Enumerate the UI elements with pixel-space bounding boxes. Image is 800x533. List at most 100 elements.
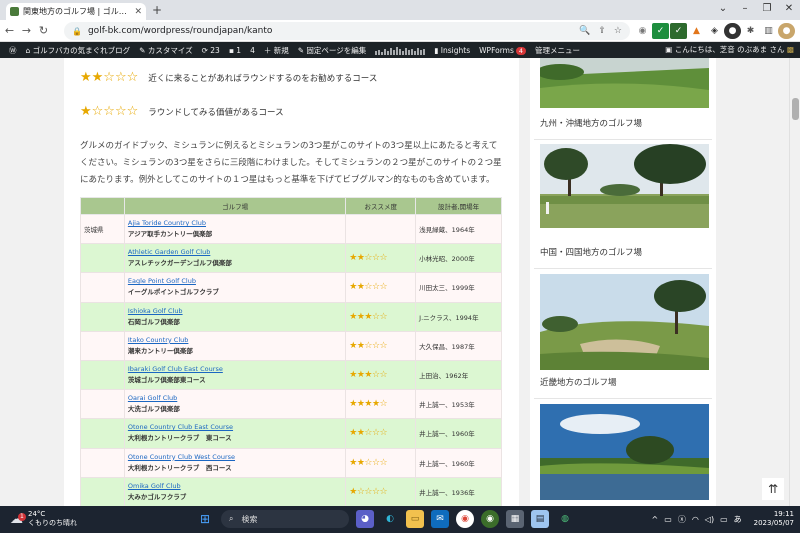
puzzle-extensions-icon[interactable]: ✱ xyxy=(742,23,759,39)
page-scrollbar[interactable] xyxy=(789,58,800,506)
browser-tab[interactable]: 関東地方のゴルフ場 | ゴルフバカの気 ✕ xyxy=(6,3,146,20)
wordpress-logo-icon[interactable]: Ⓦ xyxy=(9,45,17,56)
rating-stars: ★★☆☆☆ xyxy=(349,428,388,439)
calculator-icon[interactable]: ▦ xyxy=(506,510,524,528)
wp-comments[interactable]: ▪ 1 xyxy=(229,46,241,55)
sidebar-thumbnail-kinki[interactable] xyxy=(540,274,709,370)
chrome-icon[interactable]: ◉ xyxy=(456,510,474,528)
wp-site-name[interactable]: ⌂ ゴルフバカの気まぐれブログ xyxy=(26,45,131,56)
wp-pending-comments[interactable]: 4 xyxy=(250,46,255,55)
sidebar: 九州・沖縄地方のゴルフ場 中国・四国地方のゴルフ場 近畿地方のゴルフ場 xyxy=(530,58,716,506)
weather-condition: くもりのち晴れ xyxy=(28,519,77,527)
share-icon[interactable]: ⇪ xyxy=(598,26,606,36)
rating-legend-2: ★★☆☆☆ 近くに来ることがあればラウンドするのをお勧めするコース xyxy=(80,70,377,85)
rating-stars: ★★☆☆☆ xyxy=(80,70,139,85)
course-link[interactable]: Ishioka Golf Club xyxy=(128,306,342,317)
course-link[interactable]: Oarai Golf Club xyxy=(128,393,342,404)
omnibox[interactable]: 🔒 golf-bk.com/wordpress/roundjapan/kanto… xyxy=(64,22,630,40)
golf-landscape-image xyxy=(540,274,709,370)
sidebar-divider xyxy=(534,268,712,269)
greeting-label: こんにちは、芝音 のぶあま さん xyxy=(674,45,785,54)
sidebar-thumbnail-chugoku[interactable] xyxy=(540,144,709,228)
close-tab-icon[interactable]: ✕ xyxy=(134,7,142,17)
taskbar-search[interactable]: ⌕ 検索 xyxy=(221,510,349,528)
new-tab-button[interactable]: + xyxy=(152,3,162,17)
course-link[interactable]: Itako Country Club xyxy=(128,335,342,346)
url-text[interactable]: golf-bk.com/wordpress/roundjapan/kanto xyxy=(88,26,571,36)
chrome-profile-icon[interactable]: ◉ xyxy=(481,510,499,528)
time-text: 19:11 xyxy=(773,510,794,518)
forward-icon[interactable]: → xyxy=(19,24,34,37)
sidebar-caption-kinki[interactable]: 近畿地方のゴルフ場 xyxy=(540,376,617,388)
battery-icon[interactable]: ▭ xyxy=(720,515,728,524)
table-row: 茨城県 Ajia Toride Country Club アジア取手カントリー倶楽… xyxy=(80,213,502,245)
sidebar-caption-kyushu[interactable]: 九州・沖縄地方のゴルフ場 xyxy=(540,117,642,129)
minimize-icon[interactable]: – xyxy=(734,0,756,18)
course-link[interactable]: Athletic Garden Golf Club xyxy=(128,247,342,258)
profile-avatar[interactable]: ● xyxy=(778,23,795,39)
wp-updates[interactable]: ⟳ 23 xyxy=(202,46,220,55)
weather-widget[interactable]: ☁ 1 24°C くもりのち晴れ xyxy=(10,510,77,528)
wp-new[interactable]: ＋ 新規 xyxy=(264,45,289,56)
edge-browser-icon[interactable]: ◐ xyxy=(381,510,399,528)
sidebar-thumbnail-next[interactable] xyxy=(540,404,709,500)
ime-icon[interactable]: あ xyxy=(734,514,742,525)
table-header-row: ゴルフ場 おススメ度 設計者,開場年 xyxy=(80,197,502,215)
course-link[interactable]: Otone Country Club East Course xyxy=(128,422,342,433)
globe-app-icon[interactable]: ◍ xyxy=(556,510,574,528)
sidebar-caption-chugoku[interactable]: 中国・四国地方のゴルフ場 xyxy=(540,246,642,258)
wp-admin-bar: Ⓦ ⌂ ゴルフバカの気まぐれブログ ✎ カスタマイズ ⟳ 23 ▪ 1 4 ＋ … xyxy=(0,42,800,58)
course-cell: Oarai Golf Club 大洗ゴルフ倶楽部 xyxy=(123,389,347,420)
extension-icon-3[interactable]: ● xyxy=(724,23,741,39)
rating-stars: ★★☆☆☆ xyxy=(349,340,388,351)
maximize-icon[interactable]: ❐ xyxy=(756,0,778,18)
course-link[interactable]: Ibaraki Golf Club East Course xyxy=(128,364,342,375)
back-to-top-button[interactable]: ⇈ xyxy=(762,478,784,500)
wp-admin-menu[interactable]: 管理メニュー xyxy=(535,45,580,56)
course-link[interactable]: Eagle Point Golf Club xyxy=(128,276,342,287)
extension-icon-1[interactable]: ◉ xyxy=(634,23,651,39)
menu-icon[interactable]: ⋮ xyxy=(796,23,800,39)
teams-chat-icon[interactable]: ◕ xyxy=(356,510,374,528)
notepad-icon[interactable]: ▤ xyxy=(531,510,549,528)
course-link[interactable]: Ajia Toride Country Club xyxy=(128,218,342,229)
scrollbar-thumb[interactable] xyxy=(792,98,799,120)
chevron-up-icon[interactable]: ^ xyxy=(652,515,659,524)
wp-wpforms[interactable]: WPForms 4 xyxy=(479,46,527,55)
wp-greeting[interactable]: ▣ こんにちは、芝音 のぶあま さん ▩ xyxy=(665,42,794,58)
close-window-icon[interactable]: ✕ xyxy=(778,0,800,18)
start-windows-icon[interactable]: ⊞ xyxy=(196,510,214,528)
golf-landscape-image xyxy=(540,144,709,228)
course-link[interactable]: Otone Country Club West Course xyxy=(128,452,342,463)
stats-sparkline[interactable] xyxy=(375,45,426,55)
extension-icon-2[interactable]: ◈ xyxy=(706,23,723,39)
sidebar-thumbnail-kyushu[interactable] xyxy=(540,58,709,108)
course-link[interactable]: Omika Golf Club xyxy=(128,481,342,492)
sidepanel-icon[interactable]: ▥ xyxy=(760,23,777,39)
extension-check-icon[interactable]: ✓ xyxy=(652,23,669,39)
tray-app-icon[interactable]: ▭ xyxy=(664,515,672,524)
designer-cell: 浅見緑蔵、1964年 xyxy=(415,213,502,245)
header-designer: 設計者,開場年 xyxy=(415,197,502,215)
designer-cell: 上田治、1962年 xyxy=(415,359,502,391)
back-icon[interactable]: ← xyxy=(2,24,17,37)
browser-tab-bar: 関東地方のゴルフ場 | ゴルフバカの気 ✕ + ⌄ – ❐ ✕ xyxy=(0,0,800,20)
main-article: ★★☆☆☆ 近くに来ることがあればラウンドするのをお勧めするコース ★☆☆☆☆ … xyxy=(64,58,519,506)
volume-icon[interactable]: ◁) xyxy=(705,515,714,524)
metamask-icon[interactable]: ▲ xyxy=(688,23,705,39)
file-explorer-icon[interactable]: ▭ xyxy=(406,510,424,528)
wp-edit-page[interactable]: ✎ 固定ページを編集 xyxy=(298,45,367,56)
extension-check-icon-2[interactable]: ✓ xyxy=(670,23,687,39)
tab-search-icon[interactable]: ⌄ xyxy=(712,0,734,18)
tray-x-icon[interactable]: ⓧ xyxy=(678,514,686,525)
rating-text: 近くに来ることがあればラウンドするのをお勧めするコース xyxy=(148,73,378,84)
bookmark-star-icon[interactable]: ☆ xyxy=(614,26,622,36)
reload-icon[interactable]: ↻ xyxy=(36,24,51,37)
wp-insights[interactable]: ▮ Insights xyxy=(434,46,470,55)
wifi-icon[interactable]: ◠ xyxy=(692,515,699,524)
lock-icon[interactable]: 🔒 xyxy=(72,27,82,36)
search-icon[interactable]: 🔍 xyxy=(579,26,590,36)
wp-customize[interactable]: ✎ カスタマイズ xyxy=(139,45,192,56)
mail-icon[interactable]: ✉ xyxy=(431,510,449,528)
clock[interactable]: 19:11 2023/05/07 xyxy=(748,510,794,528)
